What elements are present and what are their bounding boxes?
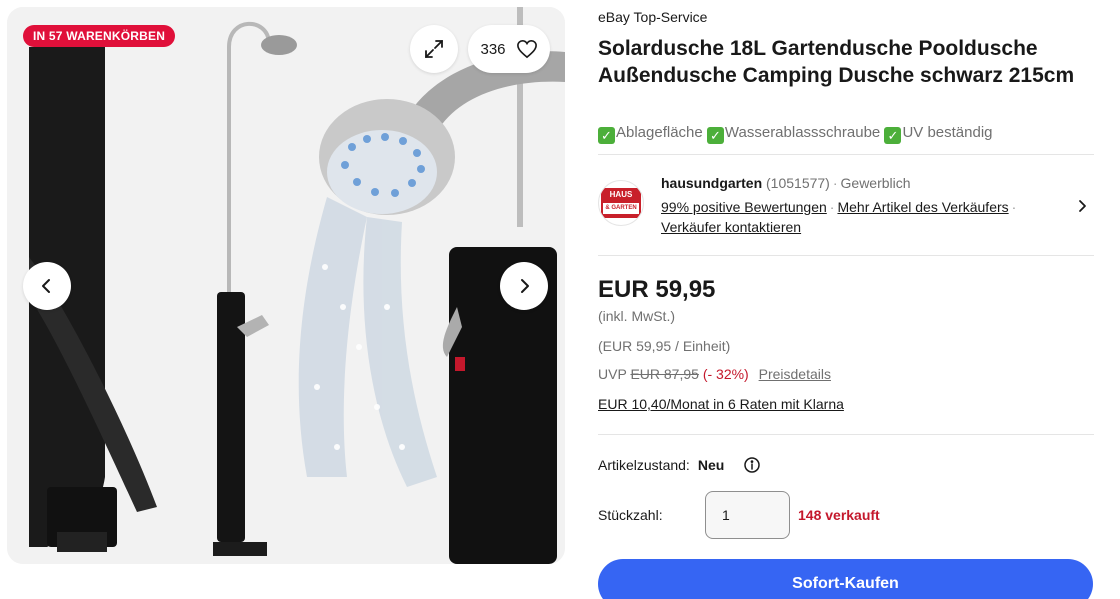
check-icon: ✓ bbox=[598, 127, 615, 144]
product-photo bbox=[7, 7, 565, 564]
more-items-link[interactable]: Mehr Artikel des Verkäufers bbox=[837, 199, 1008, 215]
expand-image-button[interactable] bbox=[410, 25, 458, 73]
quantity-label: Stückzahl: bbox=[598, 507, 663, 523]
vat-note: (inkl. MwSt.) bbox=[598, 308, 675, 324]
divider bbox=[598, 434, 1094, 435]
condition-value: Neu bbox=[697, 457, 725, 473]
sold-count: 148 verkauft bbox=[798, 507, 880, 523]
seller-logo-top: HAUS bbox=[609, 190, 633, 199]
seller-name[interactable]: hausundgarten bbox=[661, 175, 762, 191]
unit-price: (EUR 59,95 / Einheit) bbox=[598, 338, 731, 354]
heart-icon bbox=[516, 39, 537, 59]
feature-1: Ablagefläche bbox=[616, 124, 703, 141]
seller-feedback-count: (1051577) bbox=[766, 175, 830, 191]
seller-logo-mark: HAUS & GARTEN bbox=[601, 188, 641, 218]
previous-image-button[interactable] bbox=[23, 262, 71, 310]
contact-seller-link[interactable]: Verkäufer kontaktieren bbox=[661, 219, 801, 235]
info-icon[interactable] bbox=[744, 457, 760, 473]
check-icon: ✓ bbox=[884, 127, 902, 144]
check-icon: ✓ bbox=[706, 127, 724, 144]
seller-card[interactable]: HAUS & GARTEN hausundgarten (1051577) · Ge… bbox=[598, 168, 1094, 242]
divider bbox=[598, 255, 1094, 256]
product-image-gallery[interactable]: IN 57 WARENKÖRBEN 336 bbox=[7, 7, 565, 564]
seller-logo[interactable]: HAUS & GARTEN bbox=[598, 180, 644, 226]
seller-type: Gewerblich bbox=[840, 175, 911, 191]
watch-button[interactable]: 336 bbox=[468, 25, 550, 73]
item-subtitle: ✓ Ablagefläche ✓ Wasserablassschraube ✓ UV … bbox=[598, 124, 993, 144]
watch-count: 336 bbox=[480, 40, 506, 58]
buy-now-button[interactable]: Sofort-Kaufen bbox=[598, 559, 1093, 599]
condition-label: Artikelzustand: bbox=[598, 457, 690, 473]
seller-logo-bottom: & GARTEN bbox=[603, 203, 639, 214]
seller-links: 99% positive Bewertungen · Mehr Artikel de… bbox=[661, 199, 1019, 215]
chevron-left-icon bbox=[42, 279, 50, 293]
top-service-label: eBay Top-Service bbox=[598, 9, 708, 25]
chevron-right-icon[interactable] bbox=[1074, 198, 1090, 214]
uvp-row: UVP EUR 87,95 (- 32%) Preisdetails bbox=[598, 366, 831, 382]
seller-contact-row: Verkäufer kontaktieren bbox=[661, 219, 801, 235]
condition-row: Artikelzustand: Neu bbox=[598, 457, 724, 473]
discount-percent: (- 32%) bbox=[702, 366, 749, 382]
item-details-panel: eBay Top-Service Solardusche 18L Gartend… bbox=[598, 0, 1094, 599]
uvp-label: UVP bbox=[598, 366, 627, 382]
separator-dot: · bbox=[832, 175, 838, 191]
quantity-input[interactable] bbox=[705, 491, 790, 539]
separator-dot: · bbox=[829, 199, 835, 215]
seller-info: hausundgarten (1051577) · Gewerblich bbox=[661, 175, 911, 191]
uvp-value: EUR 87,95 bbox=[630, 366, 699, 382]
feature-2: Wasserablassschraube bbox=[724, 124, 881, 141]
positive-feedback-link[interactable]: 99% positive Bewertungen bbox=[661, 199, 827, 215]
price-details-link[interactable]: Preisdetails bbox=[759, 366, 831, 382]
klarna-installments-link[interactable]: EUR 10,40/Monat in 6 Raten mit Klarna bbox=[598, 396, 844, 412]
feature-3: UV beständig bbox=[902, 124, 993, 141]
item-price: EUR 59,95 bbox=[598, 276, 716, 303]
cart-count-badge: IN 57 WARENKÖRBEN bbox=[23, 25, 176, 47]
separator-dot: · bbox=[1011, 199, 1017, 215]
expand-icon bbox=[425, 40, 443, 58]
item-title: Solardusche 18L Gartendusche Pooldusche … bbox=[598, 37, 1075, 87]
chevron-right-icon bbox=[521, 279, 529, 293]
divider bbox=[598, 154, 1094, 155]
next-image-button[interactable] bbox=[500, 262, 548, 310]
